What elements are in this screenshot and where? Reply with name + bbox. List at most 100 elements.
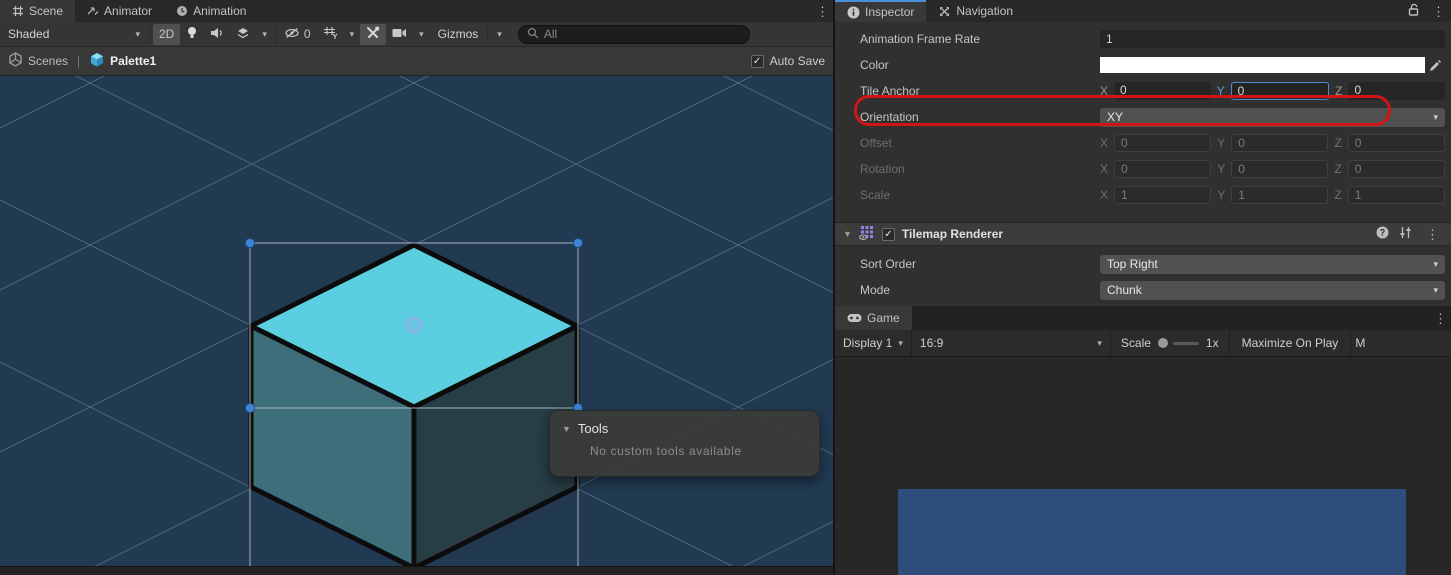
toolbar-separator [150,24,151,44]
field-label: Orientation [860,110,919,124]
chevron-down-icon: ▾ [135,28,140,39]
tab-game[interactable]: Game [835,306,912,330]
speaker-icon [210,27,224,42]
shading-mode-dropdown[interactable]: Shaded ▾ [0,24,148,45]
scale-slider-knob[interactable] [1157,338,1168,348]
mute-audio-button-partial[interactable]: M [1351,336,1369,350]
gizmos-dropdown[interactable]: Gizmos ▾ [430,24,510,45]
grid-snap-dropdown[interactable]: ▾ [344,24,361,45]
scene-audio-button[interactable] [204,24,230,45]
lock-icon[interactable] [1408,3,1420,19]
maximize-on-play-button[interactable]: Maximize On Play [1228,330,1352,356]
inspector-tabbar: Inspector Navigation ⋮ [835,0,1451,22]
axis-x-label: X [1100,162,1109,176]
scene-more-options-button[interactable]: ⋮ [812,5,833,18]
scene-tools-button[interactable] [360,23,387,45]
pivot-indicator[interactable] [405,316,423,334]
scene-pane-tabbar: Scene Animator Animation ⋮ [0,0,833,22]
axis-y-label: Y [1217,188,1226,202]
tab-inspector[interactable]: Inspector [835,0,927,22]
rotation-x-field: 0 [1114,160,1212,178]
chevron-down-icon: ▾ [1433,258,1438,269]
navigation-icon [938,5,951,18]
tab-label: Navigation [956,4,1014,18]
component-more-options-button[interactable]: ⋮ [1422,228,1443,241]
tab-navigation[interactable]: Navigation [926,0,1025,22]
clock-icon [176,5,188,17]
auto-save-checkbox[interactable] [750,54,764,68]
axis-z-label: Z [1334,136,1342,150]
axis-x-label: X [1100,84,1109,98]
mode-dropdown[interactable]: Chunk ▾ [1100,280,1445,300]
auto-save-control: Auto Save [750,54,825,68]
display-dropdown[interactable]: Display 1 ▾ [835,330,911,356]
game-toolbar: Display 1 ▾ 16:9 ▾ Scale 1x Maximize On … [835,330,1451,357]
game-more-options-button[interactable]: ⋮ [1430,312,1451,325]
tile-anchor-x-field[interactable]: 0 [1114,82,1211,100]
field-label: Mode [860,283,891,297]
inspector-row-frame-rate: Animation Frame Rate 1 [835,26,1451,52]
gamepad-icon [847,313,862,323]
presets-icon[interactable] [1399,226,1412,242]
foldout-triangle-icon[interactable]: ▼ [562,424,571,434]
scene-camera-dropdown[interactable]: ▾ [413,24,430,45]
inspector-row-offset: Offset X 0 Y 0 Z 0 [835,130,1451,156]
scene-viewport-canvas[interactable] [0,76,833,566]
chevron-down-icon: ▾ [349,28,355,39]
auto-save-label: Auto Save [769,54,825,68]
frame-rate-field[interactable]: 1 [1100,30,1445,48]
inspector-row-color: Color [835,52,1451,78]
tab-animation[interactable]: Animation [164,0,258,22]
inspector-row-mode: Mode Chunk ▾ [835,277,1451,303]
scene-search-box[interactable] [517,24,750,44]
toolbar-separator [274,24,276,44]
tile-anchor-y-field[interactable]: 0 [1230,82,1330,100]
tab-label: Animation [193,4,247,18]
shading-mode-label: Shaded [8,27,50,41]
inspector-body: Animation Frame Rate 1 Color Tile Anchor… [835,22,1451,306]
search-input[interactable] [543,27,704,41]
eyedropper-icon[interactable] [1425,59,1445,72]
tab-scene[interactable]: Scene [0,0,76,22]
scene-effects-button[interactable] [230,24,256,45]
effects-layers-icon [236,27,250,42]
scale-slider-track[interactable] [1172,341,1199,345]
tile-anchor-z-field[interactable]: 0 [1348,82,1446,100]
chevron-down-icon: ▾ [497,28,502,39]
aspect-ratio-dropdown[interactable]: 16:9 ▾ [910,330,1111,356]
chevron-down-icon: ▾ [1097,337,1102,348]
help-icon[interactable]: ? [1376,226,1389,242]
foldout-triangle-icon[interactable]: ▼ [843,229,852,239]
component-enabled-checkbox[interactable] [881,227,895,241]
scale-value: 1x [1205,336,1219,350]
chevron-down-icon: ▾ [1433,284,1438,295]
selection-handle [573,238,583,248]
tilemap-renderer-header[interactable]: ▼ Tilemap Renderer [835,222,1451,246]
inspector-row-rotation: Rotation X 0 Y 0 Z 0 [835,156,1451,182]
2d-toggle-button[interactable]: 2D [153,23,181,45]
color-swatch[interactable] [1100,57,1425,73]
inspector-row-scale: Scale X 1 Y 1 Z 1 [835,182,1451,208]
breadcrumb-root[interactable]: Scenes [28,54,68,68]
aspect-value: 16:9 [919,336,944,350]
orientation-dropdown[interactable]: XY ▾ [1100,107,1445,127]
tab-label: Inspector [865,5,915,19]
toolbar-separator [487,27,489,41]
breadcrumb-current-palette[interactable]: Palette1 [110,54,156,68]
tab-animator[interactable]: Animator [75,0,164,22]
inspector-row-sort-order: Sort Order Top Right ▾ [835,251,1451,277]
scene-effects-dropdown[interactable]: ▾ [256,24,273,45]
search-icon [527,27,539,42]
scene-lighting-button[interactable] [180,24,204,45]
scene-visibility-button[interactable]: 0 [278,24,317,45]
scene-camera-button[interactable] [386,24,413,45]
wrench-screwdriver-icon [366,26,380,42]
grid-snap-button[interactable] [317,24,344,45]
inspector-more-options-button[interactable]: ⋮ [1428,5,1449,18]
chevron-down-icon: ▾ [419,28,424,39]
offset-x-field: 0 [1114,134,1212,152]
field-label: Sort Order [860,257,917,271]
sort-order-dropdown[interactable]: Top Right ▾ [1100,254,1445,274]
scene-pane-bottom-edge [0,566,833,575]
rotation-vector3: X 0 Y 0 Z 0 [1100,160,1445,178]
